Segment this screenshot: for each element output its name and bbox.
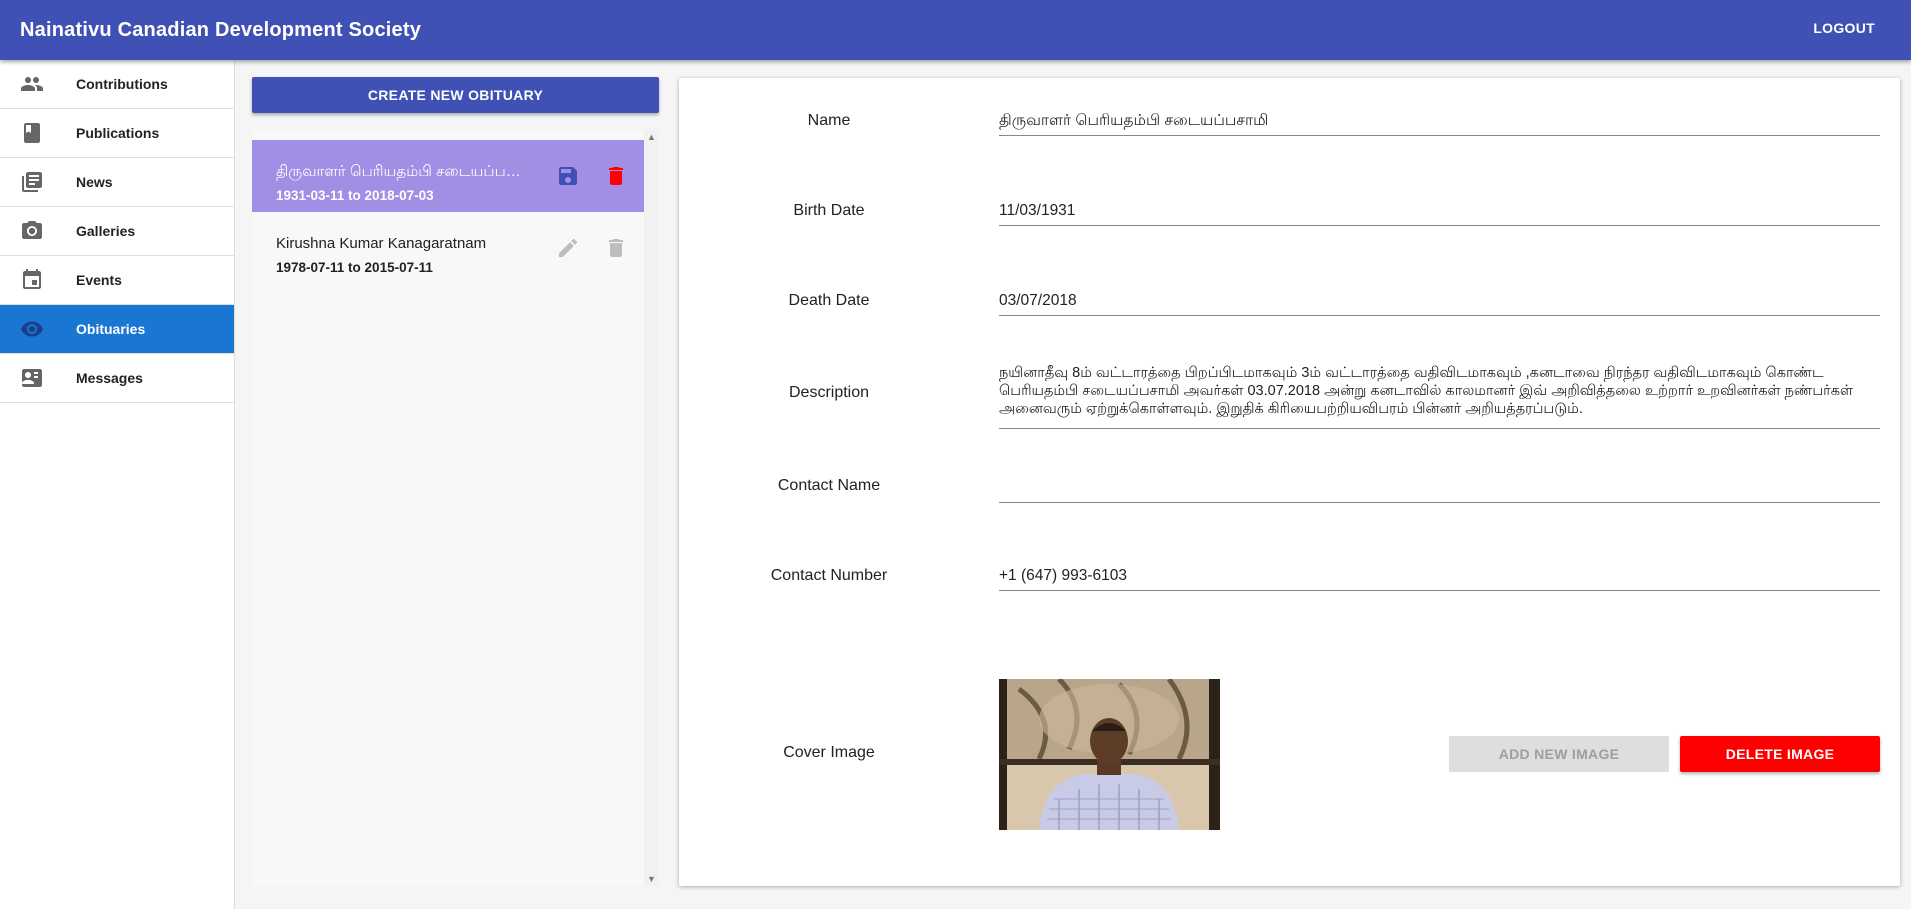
sidebar-item-label: Obituaries xyxy=(76,321,146,337)
list-item[interactable]: Kirushna Kumar Kanagaratnam 1978-07-11 t… xyxy=(252,212,644,284)
obituary-name: திருவாளர் பெரியதம்பி சடையப்பசாமி xyxy=(276,163,526,180)
contact-name-field[interactable] xyxy=(999,479,1880,503)
sidebar-item-publications[interactable]: Publications xyxy=(0,109,234,158)
news-icon xyxy=(20,170,44,194)
obituary-list: திருவாளர் பெரியதம்பி சடையப்பசாமி 1931-03… xyxy=(252,130,644,886)
birth-date-field[interactable]: 11/03/1931 xyxy=(999,202,1880,226)
edit-icon[interactable] xyxy=(556,236,580,260)
create-new-obituary-button[interactable]: CREATE NEW OBITUARY xyxy=(252,77,659,113)
birth-date-label: Birth Date xyxy=(793,202,865,219)
obituary-dates: 1931-03-11 to 2018-07-03 xyxy=(276,188,434,203)
sidebar-item-galleries[interactable]: Galleries xyxy=(0,207,234,256)
calendar-icon xyxy=(20,268,44,292)
death-date-label: Death Date xyxy=(788,292,870,309)
sidebar-item-contributions[interactable]: Contributions xyxy=(0,60,234,109)
sidebar-item-label: Messages xyxy=(76,370,143,386)
people-icon xyxy=(20,72,44,96)
scroll-down-icon[interactable]: ▼ xyxy=(647,874,656,884)
book-icon xyxy=(20,121,44,145)
sidebar-item-label: Galleries xyxy=(76,223,136,239)
delete-image-button[interactable]: DELETE IMAGE xyxy=(1680,736,1880,772)
death-date-field[interactable]: 03/07/2018 xyxy=(999,292,1880,316)
obituary-name: Kirushna Kumar Kanagaratnam xyxy=(276,235,487,252)
app-bar: Nainativu Canadian Development Society L… xyxy=(0,0,1911,60)
add-new-image-button[interactable]: ADD NEW IMAGE xyxy=(1449,736,1669,772)
description-field[interactable]: நயினாதீவு 8ம் வட்டாரத்தை பிறப்பிடமாகவும்… xyxy=(999,362,1880,429)
contact-number-field[interactable]: +1 (647) 993-6103 xyxy=(999,567,1880,591)
save-icon[interactable] xyxy=(556,164,580,188)
list-item[interactable]: திருவாளர் பெரியதம்பி சடையப்பசாமி 1931-03… xyxy=(252,140,644,212)
obituary-dates: 1978-07-11 to 2015-07-11 xyxy=(276,260,433,275)
name-label: Name xyxy=(807,112,851,129)
scroll-up-icon[interactable]: ▲ xyxy=(647,132,656,142)
logout-button[interactable]: LOGOUT xyxy=(1813,18,1875,38)
sidebar-item-news[interactable]: News xyxy=(0,158,234,207)
delete-icon[interactable] xyxy=(604,164,628,188)
sidebar-item-label: Publications xyxy=(76,125,160,141)
eye-icon xyxy=(20,317,44,341)
delete-icon[interactable] xyxy=(604,236,628,260)
sidebar-item-events[interactable]: Events xyxy=(0,256,234,305)
cover-image xyxy=(999,679,1220,830)
sidebar-item-obituaries[interactable]: Obituaries xyxy=(0,305,234,354)
obituary-form: Name திருவாளர் பெரியதம்பி சடையப்பசாமி Bi… xyxy=(679,78,1900,886)
app-title: Nainativu Canadian Development Society xyxy=(20,18,422,41)
cover-image-label: Cover Image xyxy=(783,744,875,761)
contact-name-label: Contact Name xyxy=(777,477,881,494)
camera-icon xyxy=(20,219,44,243)
sidebar-item-label: Events xyxy=(76,272,122,288)
sidebar-item-messages[interactable]: Messages xyxy=(0,354,234,403)
name-field[interactable]: திருவாளர் பெரியதம்பி சடையப்பசாமி xyxy=(999,112,1880,136)
list-scrollbar[interactable]: ▲ ▼ xyxy=(644,130,659,886)
sidebar-item-label: News xyxy=(76,174,113,190)
contact-card-icon xyxy=(20,366,44,390)
sidebar-item-label: Contributions xyxy=(76,76,168,92)
description-label: Description xyxy=(788,384,870,401)
contact-number-label: Contact Number xyxy=(770,567,888,584)
sidebar: Contributions Publications News Gallerie… xyxy=(0,60,235,909)
